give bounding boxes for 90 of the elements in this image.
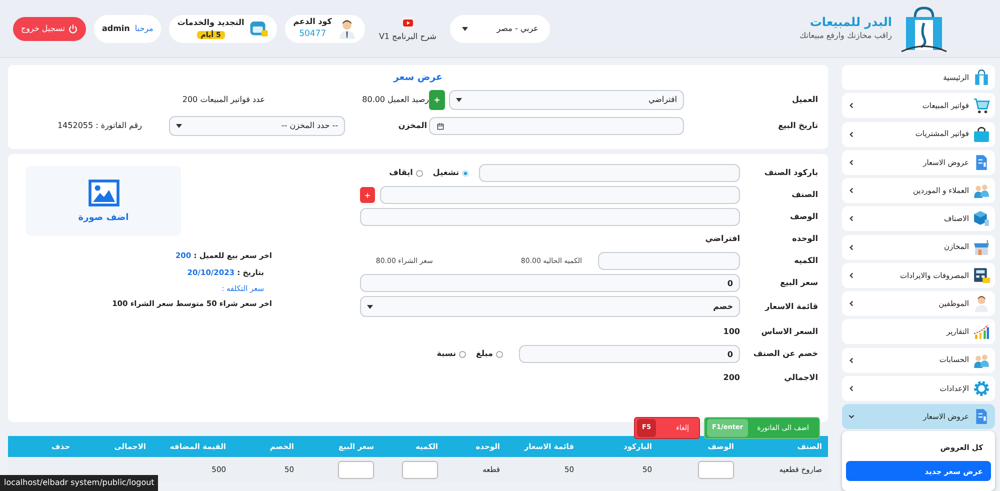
radio-label: مبلغ <box>476 348 493 360</box>
video-play-icon <box>400 14 416 30</box>
username-text: admin <box>102 22 130 34</box>
field-label: الكميه <box>793 255 819 267</box>
field-label: الصنف <box>790 189 819 201</box>
shopping-bag-logo <box>900 4 948 52</box>
calendar-icon <box>436 122 445 131</box>
support-label: كود الدعم <box>293 16 332 28</box>
chevron-icon <box>847 214 856 224</box>
radio-label: ايقاف <box>389 167 413 179</box>
description-field[interactable] <box>360 208 740 226</box>
chevron-icon <box>847 130 856 138</box>
total-value: 200 <box>723 372 740 384</box>
field-label: قائمة الاسعار <box>764 300 819 312</box>
radio-button[interactable] <box>496 350 503 358</box>
brand-title: البدر للمبيعات <box>808 14 892 30</box>
plus-icon <box>432 95 442 106</box>
base-price-value: 100 <box>723 326 740 338</box>
date-field[interactable] <box>429 117 684 136</box>
field-label: الاجمالي <box>783 372 819 384</box>
renewal-label: التجديد والخدمات <box>177 16 244 28</box>
add-image-button[interactable]: اضف صورة <box>26 166 181 236</box>
chevron-icon <box>847 356 856 364</box>
chevron-icon <box>847 412 856 421</box>
bag-icon <box>973 126 990 142</box>
balance-text: رصيد العميل 80.00 <box>361 94 429 106</box>
image-icon <box>88 176 120 209</box>
caret-icon <box>462 26 468 30</box>
chevron-icon <box>847 158 856 167</box>
status-url-tooltip: localhost/elbadr system/public/logout <box>0 475 158 491</box>
support-code: 50477 <box>298 28 328 41</box>
calculator-icon <box>973 266 990 284</box>
radio-button[interactable] <box>459 350 466 358</box>
customer-select[interactable]: افتراضي <box>449 90 684 110</box>
sale-price-field[interactable]: 0 <box>360 274 740 292</box>
warehouse-select[interactable]: -- حدد المخزن -- <box>169 116 345 136</box>
field-label: العميل <box>790 94 819 106</box>
field-label: خصم عن الصنف <box>752 348 819 360</box>
invoice-count-text: عدد فواتير المبيعات 200 <box>181 94 266 106</box>
unit-value: افتراضي <box>705 233 740 245</box>
item-field[interactable] <box>380 186 740 204</box>
radio-label: تشغيل <box>432 167 459 179</box>
field-label: الوصف <box>788 211 819 223</box>
field-label: تاريخ البيع <box>777 120 819 132</box>
add-item-button[interactable] <box>360 187 375 203</box>
tutorial-link[interactable]: شرح البرنامج V1 <box>378 14 436 42</box>
caret-icon <box>456 98 462 102</box>
person-icon <box>973 295 990 312</box>
brand-tagline: راقب مخازنك وارفع مبيعاتك <box>799 30 892 42</box>
power-icon <box>68 24 78 34</box>
caret-icon <box>176 124 182 128</box>
quantity-field[interactable] <box>598 252 740 270</box>
field-label: المخزن <box>397 120 428 132</box>
chevron-icon <box>847 186 856 195</box>
chevron-icon <box>847 270 856 280</box>
table-input-field[interactable] <box>698 460 734 478</box>
document-icon <box>973 408 990 425</box>
price-list-select[interactable]: خصم <box>360 296 740 317</box>
chevron-icon <box>847 101 856 110</box>
gear-icon <box>973 380 990 397</box>
add-customer-button[interactable] <box>429 90 445 110</box>
table-input-field[interactable] <box>338 460 374 478</box>
invoice-number-text: رقم الفاتورة : 1452055 <box>56 120 143 132</box>
chart-icon <box>973 323 990 340</box>
field-label: السعر الاساس <box>760 326 819 338</box>
field-label: باركود الصنف <box>763 167 819 179</box>
chevron-icon <box>847 299 856 308</box>
plus-icon <box>363 190 372 200</box>
store-icon <box>973 238 990 256</box>
language-select[interactable]: عربي - مصر <box>450 14 550 42</box>
people-icon <box>973 182 990 199</box>
chevron-icon <box>847 384 856 393</box>
radio-label: نسبة <box>436 348 456 360</box>
greeting-text: مرحبا <box>134 22 154 34</box>
field-label: سعر البيع <box>779 277 819 289</box>
barcode-field[interactable] <box>479 164 740 182</box>
cart-icon <box>973 97 990 114</box>
field-label: الوحده <box>791 233 819 245</box>
table-input-field[interactable] <box>402 460 438 478</box>
chevron-icon <box>847 242 856 252</box>
radio-button[interactable] <box>416 170 423 176</box>
cube-icon <box>973 210 990 228</box>
caret-icon <box>367 304 373 308</box>
logout-button[interactable]: تسجيل خروج <box>13 16 86 40</box>
people-icon <box>973 352 990 368</box>
person-avatar-icon <box>336 18 357 38</box>
shopping-bag-icon <box>973 69 990 86</box>
discount-field[interactable]: 0 <box>519 345 740 363</box>
page-title: عرض سعر <box>392 71 444 85</box>
document-icon <box>973 154 990 171</box>
